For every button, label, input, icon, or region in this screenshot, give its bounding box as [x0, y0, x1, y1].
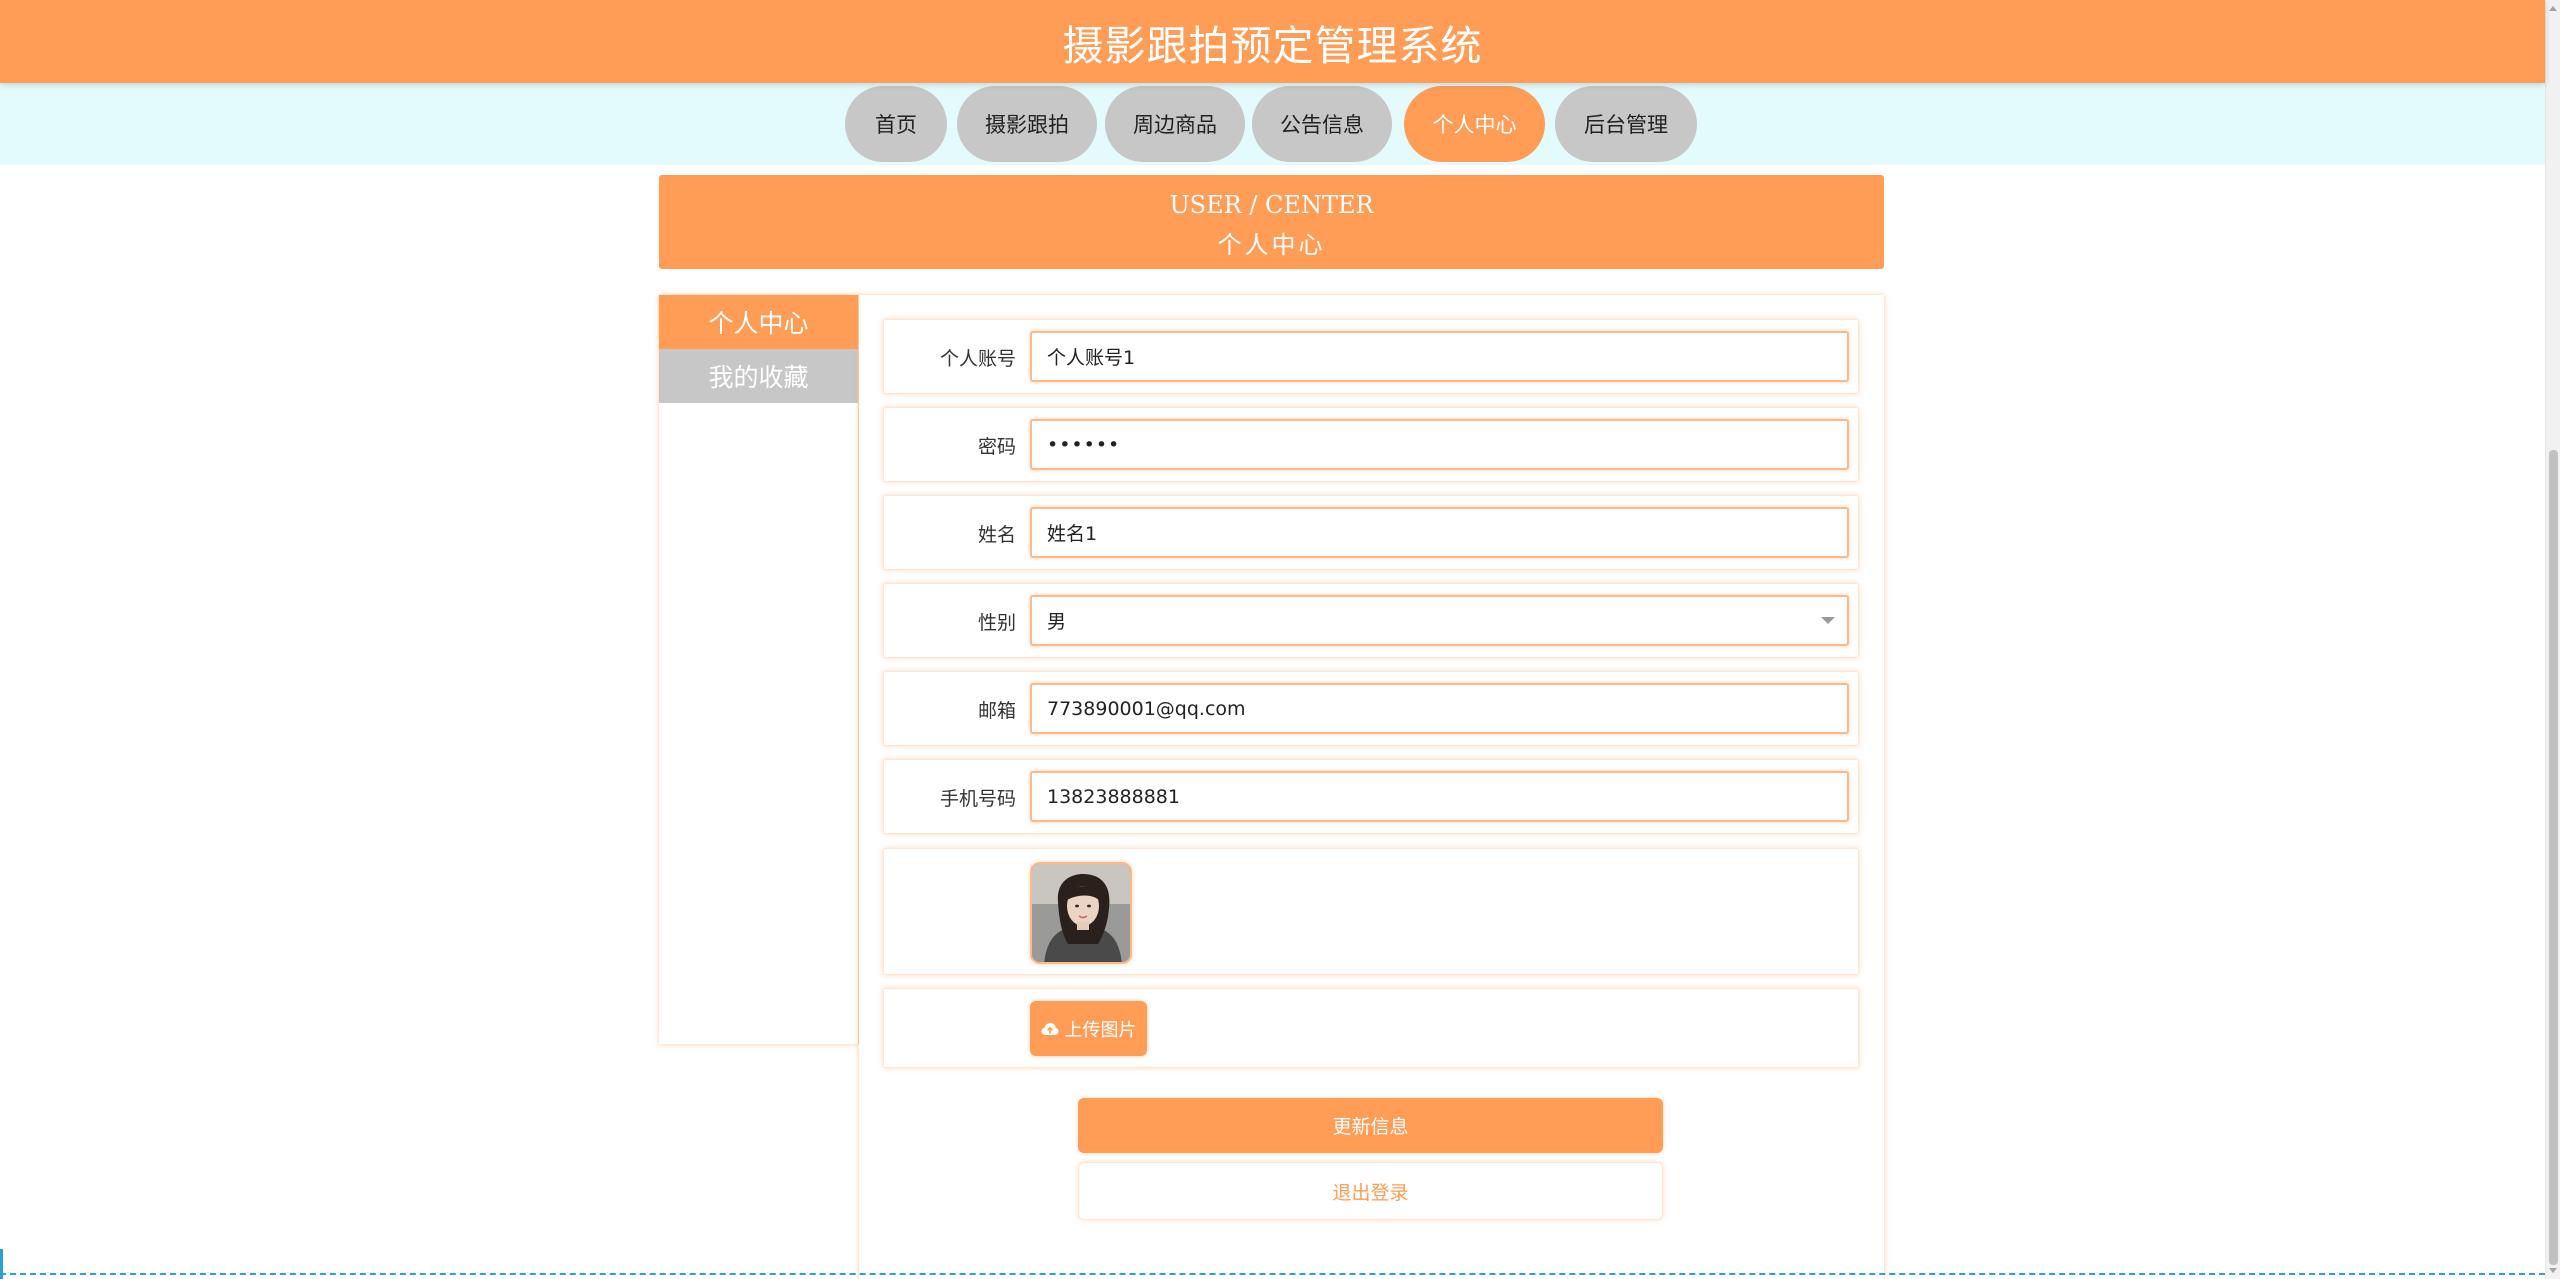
- email-field[interactable]: 773890001@qq.com: [1030, 683, 1849, 734]
- banner-title-en: USER / CENTER: [1169, 191, 1374, 219]
- password-label: 密码: [977, 436, 1016, 458]
- scrollbar-thumb[interactable]: [2549, 450, 2558, 1265]
- main-nav: 首页 摄影跟拍 周边商品 公告信息 个人中心 后台管理: [0, 83, 2545, 165]
- account-label: 个人账号: [939, 348, 1016, 370]
- avatar: [1030, 862, 1132, 964]
- nav-user-center[interactable]: 个人中心: [1404, 86, 1545, 162]
- name-label: 姓名: [977, 524, 1016, 546]
- form-row-account: 个人账号 个人账号1: [883, 319, 1859, 394]
- section-banner: USER / CENTER 个人中心: [659, 175, 1884, 269]
- selection-frame-bottom: [0, 1273, 2545, 1275]
- sidebar-item-user-center[interactable]: 个人中心: [659, 295, 858, 349]
- update-info-button[interactable]: 更新信息: [1078, 1098, 1663, 1153]
- gender-value: 男: [1047, 611, 1067, 633]
- scroll-up-icon[interactable]: [2549, 6, 2557, 11]
- selection-frame-corner-bottom: [0, 1249, 3, 1279]
- email-label: 邮箱: [977, 700, 1016, 722]
- form-row-upload: 上传图片: [883, 988, 1859, 1068]
- page-root: 摄影跟拍预定管理系统 首页 摄影跟拍 周边商品 公告信息 个人中心 后台管理 U…: [0, 0, 2560, 1279]
- scroll-down-icon[interactable]: [2549, 1268, 2557, 1273]
- gender-label: 性别: [977, 612, 1016, 634]
- app-title: 摄影跟拍预定管理系统: [1062, 21, 1483, 70]
- banner-title-cn: 个人中心: [1217, 231, 1326, 259]
- form-row-avatar: [883, 848, 1859, 975]
- nav-photography[interactable]: 摄影跟拍: [957, 86, 1097, 162]
- upload-image-label: 上传图片: [1064, 1019, 1137, 1041]
- logout-button[interactable]: 退出登录: [1078, 1162, 1663, 1220]
- form-row-name: 姓名 姓名1: [883, 495, 1859, 570]
- upload-image-button[interactable]: 上传图片: [1030, 1001, 1147, 1056]
- vertical-scrollbar[interactable]: [2545, 0, 2560, 1279]
- nav-home[interactable]: 首页: [845, 86, 947, 162]
- chevron-down-icon: [1821, 617, 1835, 624]
- sidebar: 个人中心 我的收藏: [659, 295, 859, 1044]
- nav-admin[interactable]: 后台管理: [1555, 86, 1697, 162]
- nav-announcements[interactable]: 公告信息: [1252, 86, 1392, 162]
- account-field[interactable]: 个人账号1: [1030, 331, 1849, 382]
- password-field[interactable]: ••••••: [1030, 419, 1849, 470]
- cloud-upload-icon: [1041, 1022, 1058, 1035]
- form-row-phone: 手机号码 13823888881: [883, 759, 1859, 834]
- form-row-password: 密码 ••••••: [883, 407, 1859, 482]
- gender-select[interactable]: 男: [1030, 595, 1849, 646]
- avatar-image: [1032, 864, 1130, 962]
- form-row-email: 邮箱 773890001@qq.com: [883, 671, 1859, 746]
- phone-field[interactable]: 13823888881: [1030, 771, 1849, 822]
- phone-label: 手机号码: [939, 788, 1016, 810]
- name-field[interactable]: 姓名1: [1030, 507, 1849, 558]
- sidebar-item-favorites[interactable]: 我的收藏: [659, 349, 858, 403]
- form-row-gender: 性别 男: [883, 583, 1859, 658]
- app-header: 摄影跟拍预定管理系统: [0, 0, 2545, 83]
- profile-form: 个人账号 个人账号1 密码 •••••• 姓名 姓名1 性别 男 邮箱 7738…: [859, 295, 1884, 1279]
- nav-merchandise[interactable]: 周边商品: [1105, 86, 1245, 162]
